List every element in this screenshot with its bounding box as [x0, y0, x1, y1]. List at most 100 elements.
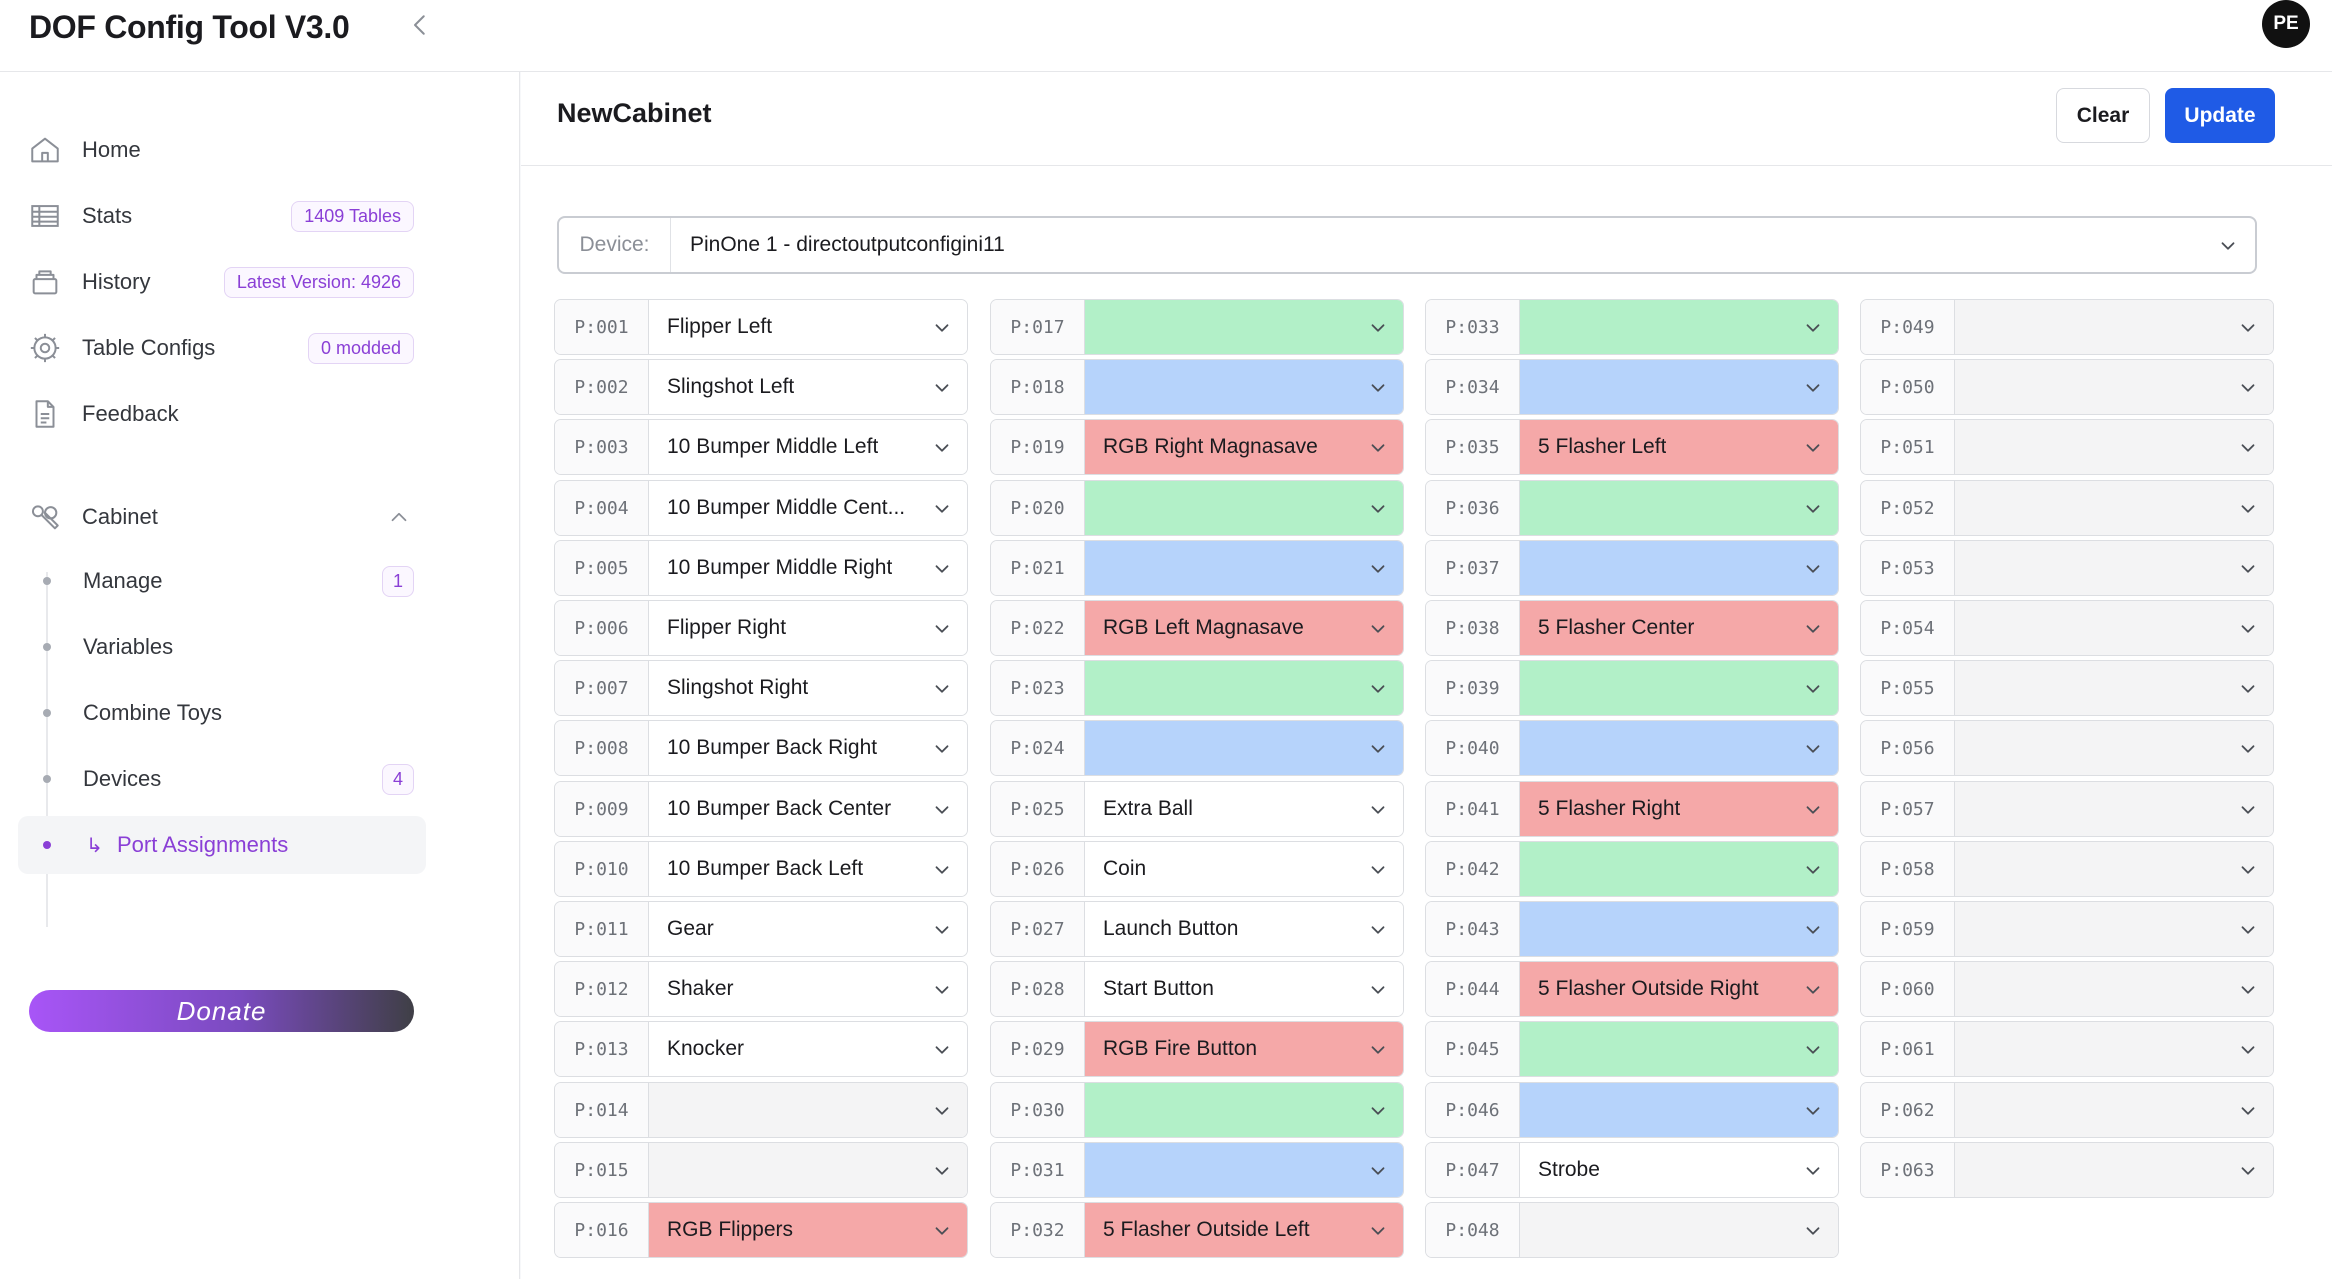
chevron-left-icon[interactable] [405, 10, 435, 40]
port-toy-select[interactable] [1955, 721, 2273, 775]
port-toy-select[interactable] [649, 1143, 967, 1197]
port-row: P:058 [1860, 841, 2274, 897]
port-label: P:059 [1861, 902, 1955, 956]
port-toy-select[interactable] [1955, 1022, 2273, 1076]
port-toy-select[interactable] [1520, 842, 1838, 896]
port-toy-select[interactable] [1955, 661, 2273, 715]
port-toy-select[interactable]: Flipper Right [649, 601, 967, 655]
port-toy-select[interactable]: Launch Button [1085, 902, 1403, 956]
port-toy-select[interactable]: Slingshot Right [649, 661, 967, 715]
port-row: P:017 [990, 299, 1404, 355]
sidebar-item-feedback[interactable]: Feedback [28, 391, 420, 437]
port-toy-select[interactable] [649, 1083, 967, 1137]
sidebar-item-cabinet[interactable]: Cabinet [28, 494, 420, 540]
chevron-down-icon [935, 1107, 949, 1115]
port-toy-select[interactable] [1955, 481, 2273, 535]
port-toy-select[interactable] [1520, 300, 1838, 354]
port-toy-select[interactable]: Extra Ball [1085, 782, 1403, 836]
sidebar-item-stats[interactable]: Stats 1409 Tables [28, 193, 420, 239]
port-row: P:043 [1425, 901, 1839, 957]
port-toy-select[interactable] [1520, 1022, 1838, 1076]
sidebar-item-history[interactable]: History Latest Version: 4926 [28, 259, 420, 305]
port-toy-select[interactable]: 5 Flasher Outside Left [1085, 1203, 1403, 1257]
port-toy-select[interactable]: 10 Bumper Middle Left [649, 420, 967, 474]
port-toy-value: Flipper Left [667, 315, 773, 338]
chevron-up-icon[interactable] [386, 504, 412, 530]
port-toy-select[interactable] [1085, 300, 1403, 354]
port-toy-select[interactable] [1955, 1083, 2273, 1137]
port-toy-select[interactable]: Start Button [1085, 962, 1403, 1016]
port-label: P:062 [1861, 1083, 1955, 1137]
update-button[interactable]: Update [2165, 88, 2275, 143]
port-toy-select[interactable]: 10 Bumper Middle Cent... [649, 481, 967, 535]
sidebar-subitem-combine-toys[interactable]: Combine Toys [28, 688, 420, 738]
port-toy-select[interactable]: Shaker [649, 962, 967, 1016]
port-toy-select[interactable] [1520, 481, 1838, 535]
port-toy-select[interactable]: 5 Flasher Left [1520, 420, 1838, 474]
port-toy-select[interactable]: Strobe [1520, 1143, 1838, 1197]
port-label: P:032 [991, 1203, 1085, 1257]
port-toy-select[interactable] [1520, 721, 1838, 775]
port-toy-select[interactable]: Flipper Left [649, 300, 967, 354]
donate-button[interactable]: Donate [29, 990, 414, 1032]
port-label: P:029 [991, 1022, 1085, 1076]
chevron-down-icon [1806, 384, 1820, 392]
port-toy-select[interactable]: Coin [1085, 842, 1403, 896]
device-select[interactable]: Device: PinOne 1 - directoutputconfigini… [557, 216, 2257, 274]
port-toy-select[interactable]: 10 Bumper Middle Right [649, 541, 967, 595]
port-toy-select[interactable]: Gear [649, 902, 967, 956]
port-toy-select[interactable] [1085, 1083, 1403, 1137]
port-toy-select[interactable] [1955, 782, 2273, 836]
port-toy-select[interactable]: Slingshot Left [649, 360, 967, 414]
user-avatar[interactable]: PE [2262, 0, 2310, 48]
port-row: P:005 10 Bumper Middle Right [554, 540, 968, 596]
sidebar-subitem-port-assignments[interactable]: ↳ Port Assignments [18, 816, 426, 874]
port-toy-select[interactable]: 10 Bumper Back Right [649, 721, 967, 775]
port-row: P:063 [1860, 1142, 2274, 1198]
sidebar-subitem-manage[interactable]: Manage 1 [28, 556, 420, 606]
clear-button[interactable]: Clear [2056, 88, 2150, 143]
port-row: P:004 10 Bumper Middle Cent... [554, 480, 968, 536]
port-toy-select[interactable] [1955, 360, 2273, 414]
port-toy-select[interactable]: 5 Flasher Right [1520, 782, 1838, 836]
port-toy-select[interactable] [1955, 842, 2273, 896]
port-toy-select[interactable] [1955, 601, 2273, 655]
port-toy-select[interactable] [1955, 902, 2273, 956]
port-toy-select[interactable]: RGB Fire Button [1085, 1022, 1403, 1076]
port-row: P:019 RGB Right Magnasave [990, 419, 1404, 475]
port-toy-select[interactable] [1520, 1203, 1838, 1257]
port-toy-select[interactable]: 5 Flasher Center [1520, 601, 1838, 655]
sidebar-item-table-configs[interactable]: Table Configs 0 modded [28, 325, 420, 371]
port-label: P:033 [1426, 300, 1520, 354]
port-label: P:017 [991, 300, 1085, 354]
port-toy-select[interactable]: 10 Bumper Back Center [649, 782, 967, 836]
port-toy-select[interactable] [1085, 1143, 1403, 1197]
port-toy-select[interactable] [1085, 360, 1403, 414]
sidebar-item-home[interactable]: Home [28, 127, 420, 173]
port-toy-select[interactable] [1085, 541, 1403, 595]
port-toy-select[interactable] [1520, 360, 1838, 414]
port-toy-select[interactable] [1955, 962, 2273, 1016]
port-toy-select[interactable] [1520, 902, 1838, 956]
port-label: P:050 [1861, 360, 1955, 414]
port-toy-select[interactable] [1955, 1143, 2273, 1197]
port-toy-select[interactable] [1955, 541, 2273, 595]
port-toy-select[interactable] [1085, 481, 1403, 535]
sidebar-subitem-devices[interactable]: Devices 4 [28, 754, 420, 804]
port-toy-select[interactable] [1085, 661, 1403, 715]
port-toy-select[interactable] [1520, 1083, 1838, 1137]
port-toy-select[interactable] [1520, 541, 1838, 595]
port-toy-select[interactable]: RGB Flippers [649, 1203, 967, 1257]
port-toy-select[interactable]: 10 Bumper Back Left [649, 842, 967, 896]
port-toy-select[interactable] [1955, 420, 2273, 474]
sidebar-subitem-variables[interactable]: Variables [28, 622, 420, 672]
port-toy-select[interactable] [1955, 300, 2273, 354]
port-toy-select[interactable]: Knocker [649, 1022, 967, 1076]
port-toy-select[interactable] [1085, 721, 1403, 775]
chevron-down-icon [1806, 986, 1820, 994]
port-toy-select[interactable]: 5 Flasher Outside Right [1520, 962, 1838, 1016]
port-toy-select[interactable]: RGB Right Magnasave [1085, 420, 1403, 474]
port-toy-select[interactable] [1520, 661, 1838, 715]
port-toy-select[interactable]: RGB Left Magnasave [1085, 601, 1403, 655]
port-toy-value: 10 Bumper Middle Left [667, 435, 879, 458]
